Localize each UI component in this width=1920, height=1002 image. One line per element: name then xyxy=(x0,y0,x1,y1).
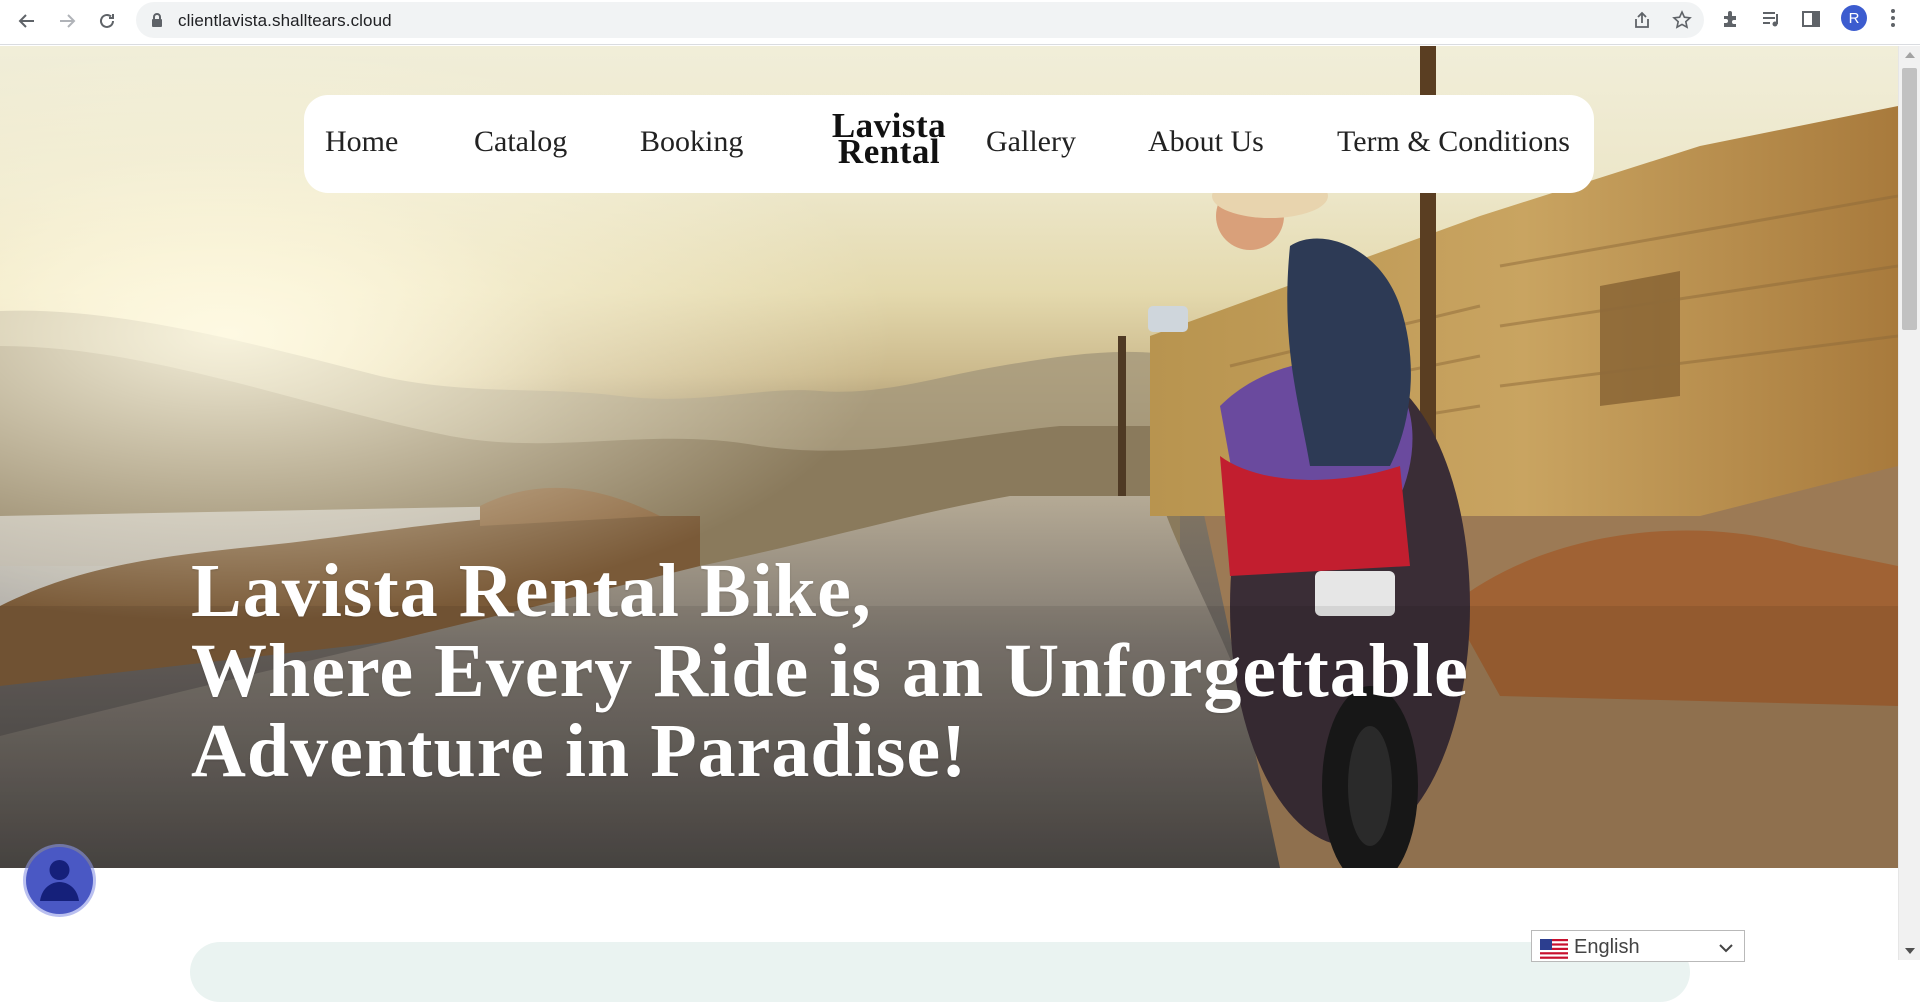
browser-toolbar: clientlavista.shalltears.cloud R xyxy=(0,0,1920,45)
back-icon[interactable] xyxy=(13,7,41,35)
hero-headline-line3: Adventure in Paradise! xyxy=(191,709,968,793)
reload-icon[interactable] xyxy=(93,7,121,35)
language-selector[interactable]: English xyxy=(1531,930,1745,962)
main-navigation: Home Catalog Booking Lavista Rental Gall… xyxy=(304,95,1594,193)
next-section-card xyxy=(190,942,1690,1002)
lock-icon[interactable] xyxy=(150,12,164,28)
scroll-down-arrow-icon[interactable] xyxy=(1905,948,1915,954)
language-selected-label: English xyxy=(1574,936,1640,958)
nav-booking-link[interactable]: Booking xyxy=(640,125,743,159)
share-icon[interactable] xyxy=(1632,10,1652,30)
user-icon xyxy=(40,860,79,901)
nav-about-us-link[interactable]: About Us xyxy=(1148,125,1264,159)
url-text[interactable]: clientlavista.shalltears.cloud xyxy=(178,11,392,31)
nav-home-link[interactable]: Home xyxy=(325,125,398,159)
user-account-button[interactable] xyxy=(26,847,93,914)
hero-headline: Lavista Rental Bike, Where Every Ride is… xyxy=(191,551,1591,791)
menu-icon[interactable] xyxy=(1883,7,1903,29)
extensions-icon[interactable] xyxy=(1720,8,1742,30)
nav-terms-link[interactable]: Term & Conditions xyxy=(1337,125,1570,159)
star-icon[interactable] xyxy=(1672,10,1692,30)
scroll-up-arrow-icon[interactable] xyxy=(1905,52,1915,58)
hero-headline-line2: Where Every Ride is an Unforgettable xyxy=(191,629,1469,713)
profile-avatar[interactable]: R xyxy=(1841,5,1867,31)
side-panel-icon[interactable] xyxy=(1800,8,1822,30)
media-icon[interactable] xyxy=(1760,8,1782,30)
nav-catalog-link[interactable]: Catalog xyxy=(474,125,567,159)
address-bar[interactable]: clientlavista.shalltears.cloud xyxy=(136,2,1704,38)
scrollbar-thumb[interactable] xyxy=(1902,68,1917,330)
nav-gallery-link[interactable]: Gallery xyxy=(986,125,1076,159)
hero-headline-line1: Lavista Rental Bike, xyxy=(191,549,872,633)
page-scrollbar[interactable] xyxy=(1898,46,1920,960)
forward-icon[interactable] xyxy=(53,7,81,35)
hero-section: Home Catalog Booking Lavista Rental Gall… xyxy=(0,46,1898,868)
brand-logo[interactable]: Lavista Rental xyxy=(814,108,964,169)
us-flag-icon xyxy=(1540,939,1568,959)
chevron-down-icon xyxy=(1719,944,1733,953)
